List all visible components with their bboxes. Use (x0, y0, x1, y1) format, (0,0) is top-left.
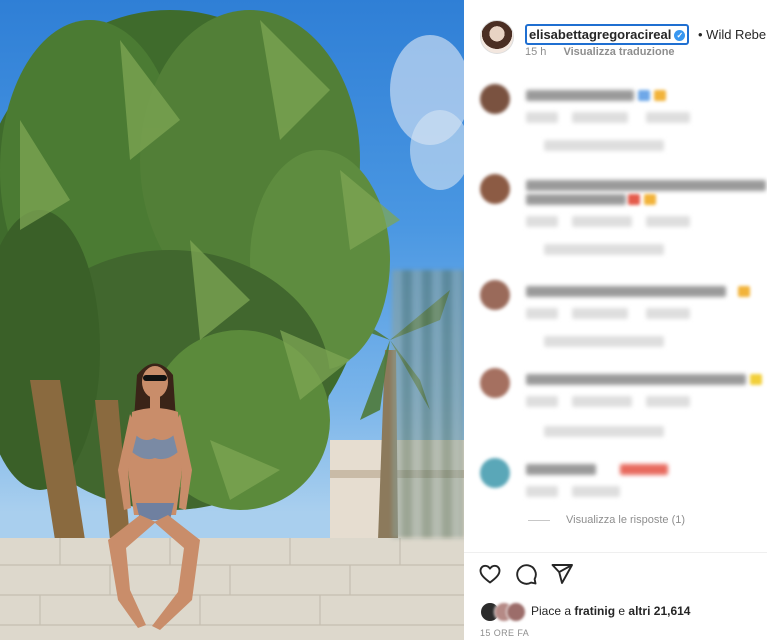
blurred-meta (646, 216, 690, 227)
blurred-meta (646, 112, 690, 123)
author-username: elisabettagregoracireal (529, 27, 672, 42)
blurred-emoji (644, 194, 656, 205)
blurred-meta (572, 486, 620, 497)
likes-prefix: Piace a (531, 604, 572, 618)
caption-row: elisabettagregoracireal✓ • Wild Rebel 🤘 … (480, 20, 767, 60)
blurred-emoji (750, 374, 762, 385)
blurred-meta (526, 396, 558, 407)
blurred-comment-text (526, 180, 766, 191)
blurred-meta (526, 216, 558, 227)
blurred-emoji (738, 286, 750, 297)
blurred-replies (544, 244, 664, 255)
divider (464, 552, 767, 553)
comment-item (480, 368, 767, 442)
replies-line (528, 519, 550, 521)
view-replies-label: Visualizza le risposte (1) (566, 514, 686, 526)
blurred-emoji (638, 90, 650, 101)
author-username-link[interactable]: elisabettagregoracireal ✓ (525, 24, 690, 45)
likes-text: Piace a fratinig e altri 21,614 (531, 604, 690, 618)
author-avatar[interactable] (480, 20, 514, 54)
blurred-username (526, 90, 634, 101)
blurred-username (526, 464, 596, 475)
likes-user-link[interactable]: fratinig (574, 604, 615, 618)
comment-item (480, 280, 767, 350)
blurred-meta (572, 112, 628, 123)
post-sidebar: elisabettagregoracireal✓ • Wild Rebel 🤘 … (464, 0, 767, 640)
blurred-comment-text (526, 374, 746, 385)
blurred-meta (646, 308, 690, 319)
likes-others-link[interactable]: altri 21,614 (628, 604, 690, 618)
share-icon[interactable] (550, 562, 574, 586)
comment-avatar[interactable] (480, 368, 510, 398)
liker-avatar (506, 602, 526, 622)
comment-item (480, 458, 767, 508)
comment-icon[interactable] (514, 562, 538, 586)
view-replies-link[interactable]: Visualizza le risposte (1) (528, 514, 685, 526)
blurred-replies (544, 426, 664, 437)
post-photo[interactable] (0, 0, 464, 640)
comment-avatar[interactable] (480, 84, 510, 114)
translate-link[interactable]: Visualizza traduzione (563, 46, 674, 58)
pixelated-area (392, 270, 464, 538)
post-timestamp: 15 ORE FA (480, 628, 530, 638)
blurred-comment-text (526, 286, 726, 297)
comment-avatar[interactable] (480, 280, 510, 310)
verified-badge-icon: ✓ (674, 30, 686, 41)
blurred-emoji (654, 90, 666, 101)
comment-item (480, 84, 767, 154)
likes-connector: e (618, 604, 626, 618)
caption-time: 15 h (525, 46, 547, 58)
blurred-meta (526, 308, 558, 319)
heart-icon[interactable] (478, 562, 502, 586)
blurred-meta (572, 396, 632, 407)
blurred-replies (544, 140, 664, 151)
blurred-meta (572, 308, 628, 319)
caption-meta: 15 h Visualizza traduzione (525, 46, 675, 58)
blurred-emoji (628, 194, 640, 205)
blurred-comment-text (526, 194, 626, 205)
blurred-meta (526, 112, 558, 123)
comment-avatar[interactable] (480, 458, 510, 488)
blurred-meta (526, 486, 558, 497)
caption-body: Wild Rebel (706, 27, 767, 42)
comment-avatar[interactable] (480, 174, 510, 204)
blurred-replies (544, 336, 664, 347)
comment-item (480, 174, 767, 255)
blurred-emoji (620, 464, 668, 475)
blurred-meta (646, 396, 690, 407)
liker-avatars[interactable] (480, 602, 526, 622)
blurred-meta (572, 216, 632, 227)
caption-text: • Wild Rebel 🤘 (698, 27, 767, 43)
